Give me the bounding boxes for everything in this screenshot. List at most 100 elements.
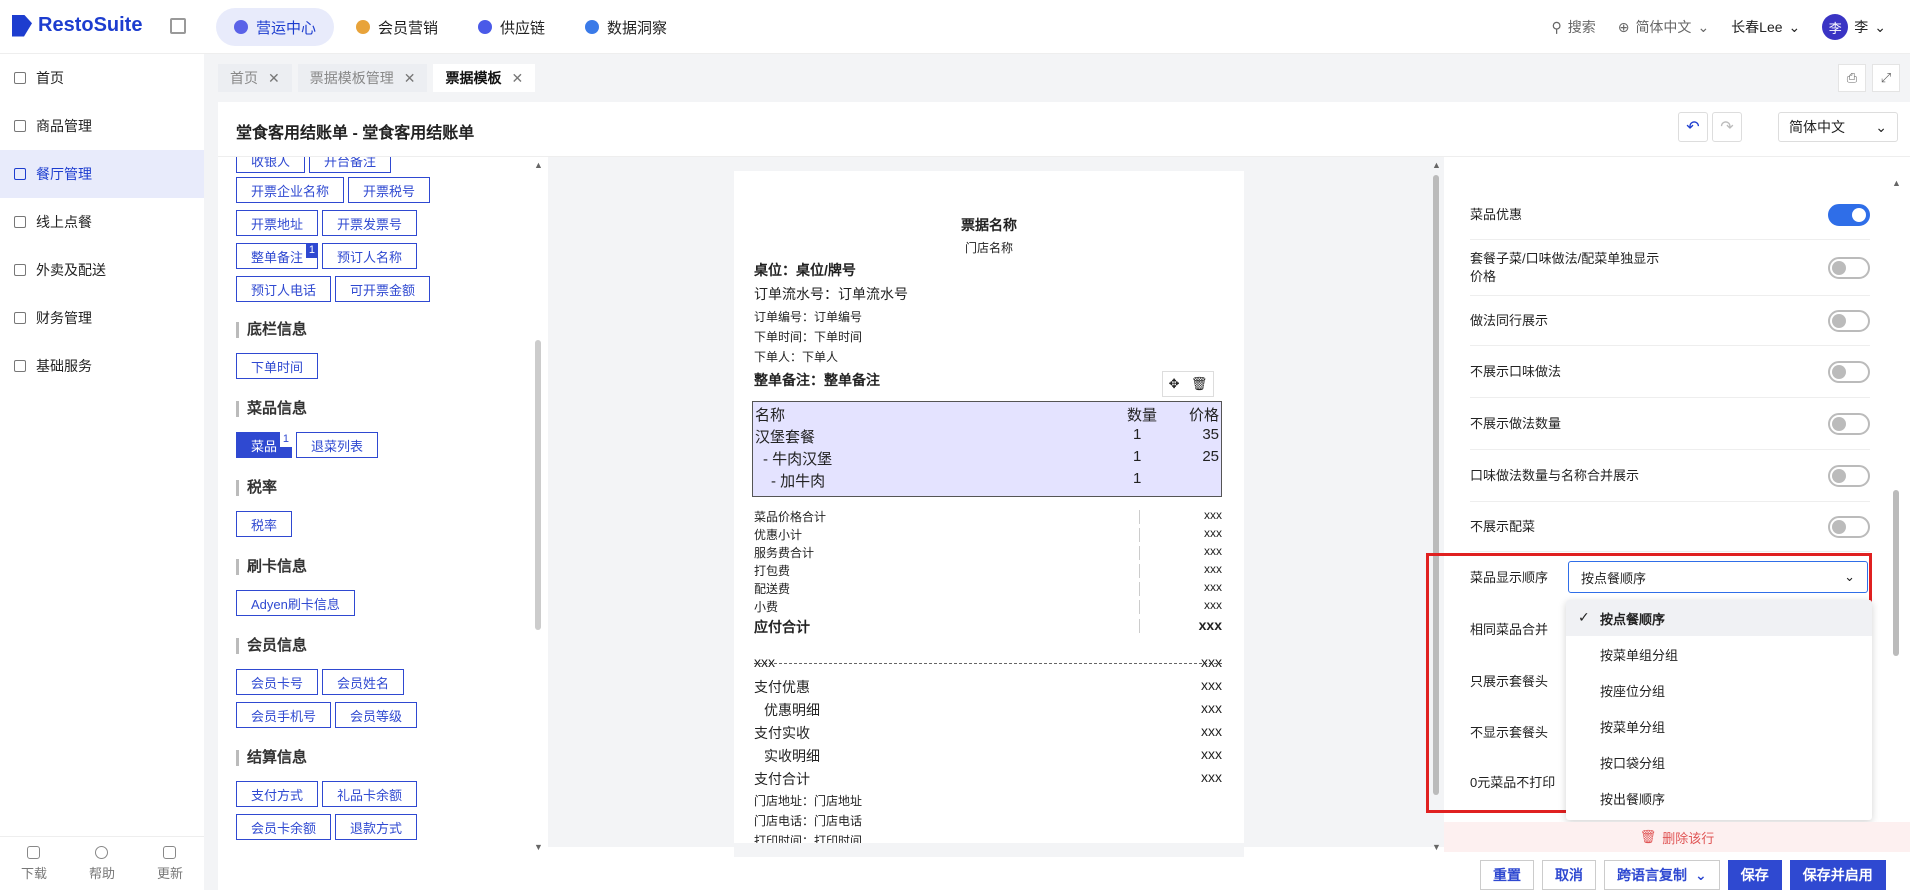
tab-template-manage[interactable]: 票据模板管理 ✕ xyxy=(297,64,428,92)
update-button[interactable]: 更新 xyxy=(157,845,183,882)
sum-row[interactable]: 优惠小计 xxx xyxy=(754,526,1222,544)
receipt-orderer[interactable]: 下单人：下单人 xyxy=(754,348,838,365)
undo-icon[interactable]: ↶ xyxy=(1678,112,1708,142)
field-chip[interactable]: 会员等级 xyxy=(335,702,418,728)
field-chip[interactable]: 退款方式 xyxy=(335,814,418,840)
move-icon[interactable]: ✥ xyxy=(1169,376,1180,392)
sum-row[interactable]: 小费 xxx xyxy=(754,598,1222,616)
sum-row[interactable]: 服务费合计 xxx xyxy=(754,544,1222,562)
total-row[interactable]: 应付合计 xxx xyxy=(754,617,1222,639)
reset-button[interactable]: 重置 xyxy=(1480,860,1534,890)
field-chip[interactable]: 开台备注 xyxy=(309,157,392,173)
receipt-table[interactable]: 桌位：桌位/牌号 xyxy=(754,260,856,280)
close-icon[interactable]: ✕ xyxy=(268,70,280,87)
receipt-store-phone[interactable]: 门店电话：门店电话 xyxy=(754,812,862,829)
receipt-store[interactable]: 门店名称 xyxy=(734,239,1244,256)
field-chip[interactable]: 会员卡号 xyxy=(236,669,319,695)
sidebar-item-finance[interactable]: 财务管理 xyxy=(0,294,204,342)
field-chip[interactable]: 支付方式 xyxy=(236,781,319,807)
field-chip[interactable]: 预订人电话 xyxy=(236,276,332,302)
toggle-switch[interactable] xyxy=(1828,309,1870,332)
pay-row[interactable]: xxx xxx xyxy=(754,654,1222,676)
scroll-up-icon[interactable]: ▲ xyxy=(1432,160,1441,170)
topnav-supply-chain[interactable]: 供应链 xyxy=(460,8,563,46)
field-chip[interactable]: 可开票金额 xyxy=(335,276,431,302)
collapse-sidebar-icon[interactable] xyxy=(170,18,186,34)
app-logo[interactable]: RestoSuite xyxy=(12,14,142,37)
search-button[interactable]: ⚲ 搜索 xyxy=(1551,17,1595,37)
print-icon[interactable]: ⎙ xyxy=(1838,64,1866,92)
sidebar-item-basic[interactable]: 基础服务 xyxy=(0,342,204,390)
tab-template[interactable]: 票据模板 ✕ xyxy=(433,64,536,92)
pay-row[interactable]: 支付合计 xxx xyxy=(754,769,1222,791)
field-chip[interactable]: 预订人名称 xyxy=(322,243,418,269)
receipt-title[interactable]: 票据名称 xyxy=(734,215,1244,235)
field-chip[interactable]: 下单时间 xyxy=(236,353,319,379)
scroll-up-icon[interactable]: ▲ xyxy=(534,160,543,170)
topnav-data-insights[interactable]: 数据洞察 xyxy=(567,8,685,46)
field-chip[interactable]: 会员卡余额 xyxy=(236,814,332,840)
tab-home[interactable]: 首页 ✕ xyxy=(218,64,292,92)
receipt-print-time[interactable]: 打印时间：打印时间 xyxy=(754,832,862,843)
close-icon[interactable]: ✕ xyxy=(404,70,416,87)
pay-row[interactable]: 实收明细 xxx xyxy=(754,746,1222,768)
sidebar-item-delivery[interactable]: 外卖及配送 xyxy=(0,246,204,294)
save-button[interactable]: 保存 xyxy=(1727,860,1782,890)
dropdown-option[interactable]: 按座位分组 xyxy=(1566,672,1872,708)
sum-row[interactable]: 打包费 xxx xyxy=(754,562,1222,580)
settings-inner-scrollbar[interactable] xyxy=(1893,490,1899,656)
template-language-select[interactable]: 简体中文 ⌄ xyxy=(1778,112,1898,142)
pay-row[interactable]: 优惠明细 xxx xyxy=(754,700,1222,722)
item-order-select[interactable]: 按点餐顺序 ⌄ xyxy=(1568,561,1868,593)
receipt-store-address[interactable]: 门店地址：门店地址 xyxy=(754,792,862,809)
language-switch[interactable]: ⊕ 简体中文 ⌄ xyxy=(1618,17,1709,37)
field-chip[interactable]: 开票企业名称 xyxy=(236,177,345,203)
help-button[interactable]: 帮助 xyxy=(89,845,115,882)
fullscreen-icon[interactable]: ⤢ xyxy=(1872,64,1900,92)
download-button[interactable]: 下载 xyxy=(21,845,47,882)
field-chip[interactable]: Adyen刷卡信息 xyxy=(236,590,355,616)
dropdown-option[interactable]: 按出餐顺序 xyxy=(1566,780,1872,816)
field-chip[interactable]: 会员姓名 xyxy=(322,669,405,695)
copy-language-button[interactable]: 跨语言复制 ⌄ xyxy=(1604,860,1720,890)
left-scrollbar[interactable] xyxy=(535,340,541,630)
scroll-down-icon[interactable]: ▼ xyxy=(1432,842,1441,852)
pay-row[interactable]: 支付实收 xxx xyxy=(754,723,1222,745)
field-chip-items[interactable]: 菜品 1 xyxy=(236,432,293,458)
field-chip-note[interactable]: 整单备注 1 xyxy=(236,243,319,269)
save-enable-button[interactable]: 保存并启用 xyxy=(1789,860,1886,890)
field-chip[interactable]: 退菜列表 xyxy=(296,432,379,458)
toggle-switch[interactable] xyxy=(1828,412,1870,435)
store-switch[interactable]: 长春Lee ⌄ xyxy=(1731,17,1800,37)
receipt-order-time[interactable]: 下单时间：下单时间 xyxy=(754,328,862,345)
sidebar-item-restaurant[interactable]: 餐厅管理 xyxy=(0,150,204,198)
pay-row[interactable]: 支付优惠 xxx xyxy=(754,677,1222,699)
toggle-switch[interactable] xyxy=(1828,203,1870,226)
field-chip[interactable]: 税率 xyxy=(236,511,293,537)
field-chip[interactable]: 开票税号 xyxy=(348,177,431,203)
field-chip[interactable]: 开票地址 xyxy=(236,210,319,236)
field-chip[interactable]: 礼品卡余额 xyxy=(322,781,418,807)
sum-row[interactable]: 菜品价格合计 xxx xyxy=(754,508,1222,526)
dropdown-option[interactable]: 按菜单分组 xyxy=(1566,708,1872,744)
scroll-up-icon[interactable]: ▲ xyxy=(1892,178,1901,188)
receipt-serial[interactable]: 订单流水号：订单流水号 xyxy=(754,284,908,304)
cancel-button[interactable]: 取消 xyxy=(1542,860,1596,890)
sum-row[interactable]: 配送费 xxx xyxy=(754,580,1222,598)
topnav-member-marketing[interactable]: 会员营销 xyxy=(338,8,456,46)
user-menu[interactable]: 李李 ⌄ xyxy=(1822,14,1886,40)
field-chip[interactable]: 开票发票号 xyxy=(322,210,418,236)
delete-row-button[interactable]: 🗑 删除该行 xyxy=(1444,822,1910,852)
item-table[interactable]: 名称 数量 价格 汉堡套餐 1 35 - 牛肉汉堡 1 25 - 加牛肉 1 xyxy=(752,401,1222,497)
sidebar-item-home[interactable]: 首页 xyxy=(0,54,204,102)
toggle-switch[interactable] xyxy=(1828,464,1870,487)
receipt-order-no[interactable]: 订单编号：订单编号 xyxy=(754,308,862,325)
redo-icon[interactable]: ↷ xyxy=(1712,112,1742,142)
field-chip[interactable]: 会员手机号 xyxy=(236,702,332,728)
close-icon[interactable]: ✕ xyxy=(511,70,523,87)
trash-icon[interactable]: 🗑 xyxy=(1191,376,1208,392)
sidebar-item-online-order[interactable]: 线上点餐 xyxy=(0,198,204,246)
topnav-operations[interactable]: 营运中心 xyxy=(216,8,335,46)
field-chip[interactable]: 收银人 xyxy=(236,157,306,173)
toggle-switch[interactable] xyxy=(1828,515,1870,538)
